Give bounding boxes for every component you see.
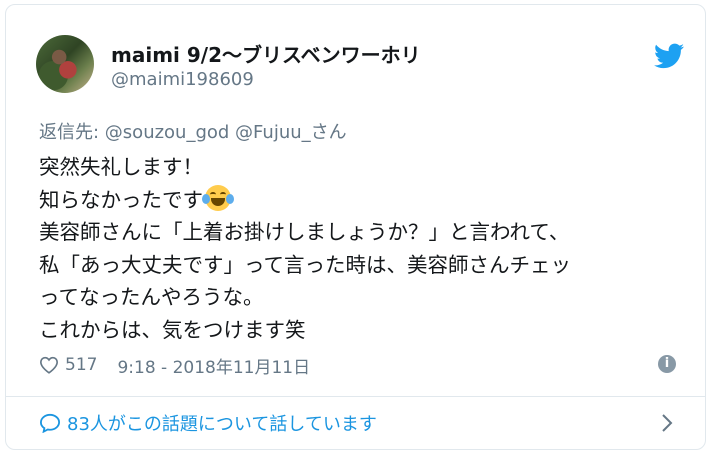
display-name[interactable]: maimi 9/2〜ブリスベンワーホリ (111, 39, 421, 68)
tweet-text: 突然失礼します！ 知らなかったです 美容師さんに「上着お掛けしましょうか？」と言… (39, 151, 571, 346)
avatar[interactable] (36, 35, 94, 93)
tweet-line: ってなったんやろうな。 (39, 285, 264, 309)
face-with-tears-of-joy-icon (202, 184, 234, 211)
timestamp[interactable]: 9:18 - 2018年11月11日 (117, 353, 310, 378)
tweet-line: 知らなかったです (39, 187, 203, 212)
reply-suffix: さん (310, 122, 347, 143)
reply-context: 返信先: @souzou_god @Fujuu_さん (39, 118, 347, 144)
chevron-right-icon[interactable] (661, 413, 673, 433)
tweet-line: これからは、気をつけます笑 (39, 317, 306, 342)
conversation-link[interactable]: 83人がこの話題について話しています (39, 409, 377, 437)
speech-bubble-icon (39, 413, 61, 433)
tweet-card: maimi 9/2〜ブリスベンワーホリ @maimi198609 返信先: @s… (5, 4, 706, 450)
heart-icon[interactable] (39, 356, 59, 374)
info-icon[interactable]: i (658, 355, 676, 373)
tweet-line: 突然失礼します！ (39, 155, 203, 179)
tweet-line: 美容師さんに「上着お掛けしましょうか？」と言われて、 (39, 220, 570, 244)
tweet-meta: 517 9:18 - 2018年11月11日 (39, 352, 310, 378)
user-handle[interactable]: @maimi198609 (111, 69, 254, 90)
reply-mentions[interactable]: @souzou_god @Fujuu_ (105, 122, 311, 143)
tweet-line: 私「あっ大丈夫です」って言った時は、美容師さんチェッ (39, 252, 571, 277)
tweet-line-with-emoji: 知らなかったです (39, 184, 571, 217)
like-count[interactable]: 517 (65, 355, 97, 375)
twitter-bird-icon[interactable] (654, 43, 684, 69)
reply-prefix: 返信先: (39, 122, 105, 143)
conversation-text: 83人がこの話題について話しています (67, 414, 377, 435)
divider (6, 396, 705, 397)
tweet-header: maimi 9/2〜ブリスベンワーホリ @maimi198609 (36, 35, 696, 105)
